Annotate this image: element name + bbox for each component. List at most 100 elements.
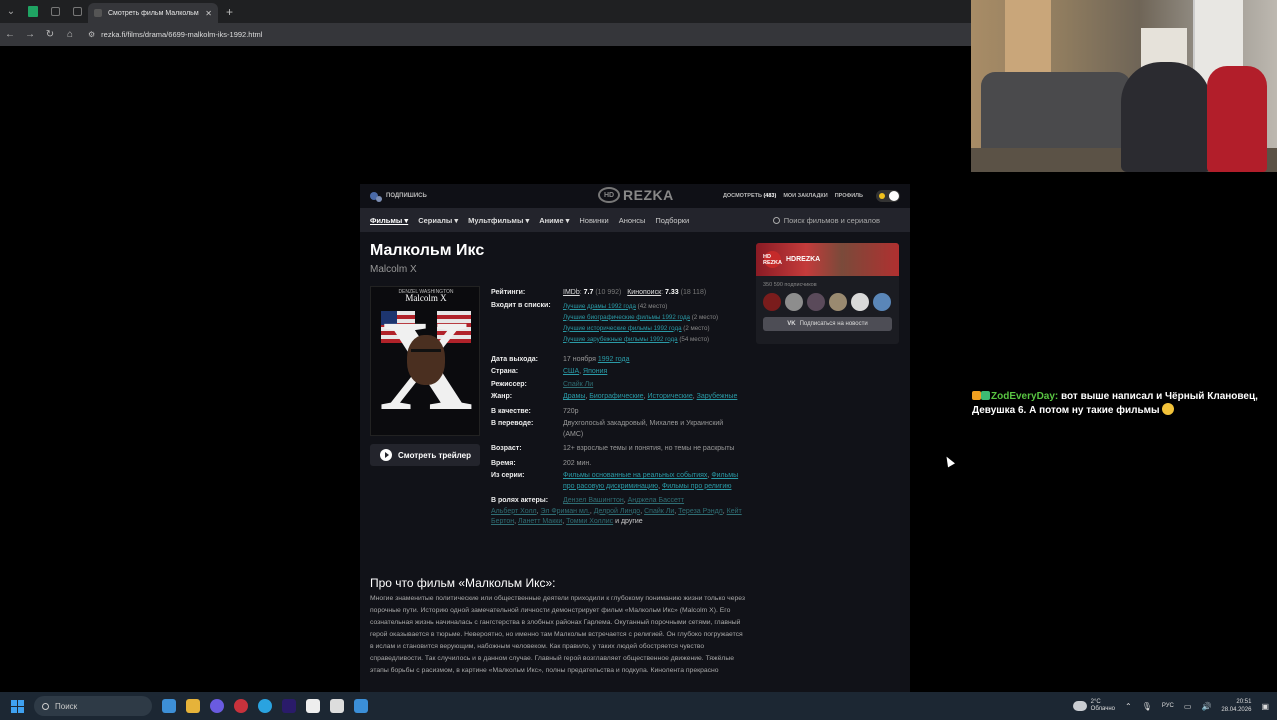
cast-more: и другие: [615, 518, 643, 525]
reload-icon[interactable]: ↻: [40, 29, 60, 40]
vk-subscribe-button[interactable]: VK Подписаться на новости: [763, 317, 892, 331]
profile-link[interactable]: ПРОФИЛЬ: [835, 193, 863, 199]
series-link[interactable]: Фильмы основанные на реальных событиях: [563, 472, 707, 479]
logo-hd: HD: [598, 187, 620, 203]
system-tray: 2°C Облачно ⌃ 🎙 РУС ▭ 🔊 20:51 28.04.2026…: [1072, 698, 1277, 714]
chrome-app-icon[interactable]: [162, 699, 176, 713]
weather-widget[interactable]: 2°C Облачно: [1072, 699, 1115, 713]
tab-list-icon[interactable]: ⌄: [0, 0, 22, 23]
chevron-up-icon[interactable]: ⌃: [1125, 702, 1132, 711]
series-link[interactable]: Фильмы про религию: [662, 483, 732, 490]
site-logo[interactable]: HD REZKA: [598, 187, 674, 203]
info-label: В переводе:: [491, 420, 534, 427]
taskbar-search[interactable]: Поиск: [34, 696, 152, 716]
explorer-app-icon[interactable]: [186, 699, 200, 713]
list-link[interactable]: Лучшие драмы 1992 года: [563, 303, 636, 310]
actor-link[interactable]: Тереза Рэндл: [678, 508, 723, 515]
vk-banner[interactable]: HD REZKA HDREZKA: [756, 243, 899, 276]
actor-link[interactable]: Альберт Холл: [491, 508, 537, 515]
tab-inactive-1[interactable]: [44, 0, 66, 23]
yandex-app-icon[interactable]: [234, 699, 248, 713]
list-link[interactable]: Лучшие исторические фильмы 1992 года: [563, 325, 682, 332]
obs-app-icon[interactable]: [210, 699, 224, 713]
cast-list-continued: Альберт Холл, Эл Фриман мл., Делрой Линд…: [491, 507, 742, 526]
subscribe-link[interactable]: ПОДПИШИСЬ: [370, 190, 427, 202]
kinopoisk-link[interactable]: Кинопоиск: [627, 289, 661, 296]
info-row-age: Возраст: 12+ взрослые темы и понятия, но…: [491, 444, 743, 455]
nav-cartoons[interactable]: Мультфильмы ▾: [468, 216, 529, 225]
release-year-link[interactable]: 1992 года: [598, 356, 630, 363]
app-icon[interactable]: [330, 699, 344, 713]
genre-link[interactable]: Драмы: [563, 393, 585, 400]
nav-announcements[interactable]: Анонсы: [619, 216, 646, 225]
rezka-page: ПОДПИШИСЬ HD REZKA ДОСМОТРЕТЬ (483) МОИ …: [360, 184, 910, 692]
site-info-icon[interactable]: ⚙: [88, 30, 95, 39]
forward-icon[interactable]: →: [20, 29, 40, 40]
app-icon[interactable]: [354, 699, 368, 713]
bookmarks-link[interactable]: МОИ ЗАКЛАДКИ: [783, 193, 827, 199]
tab-inactive-2[interactable]: [66, 0, 88, 23]
premiere-app-icon[interactable]: [282, 699, 296, 713]
nav-collections[interactable]: Подборки: [655, 216, 689, 225]
country-link[interactable]: Япония: [583, 368, 607, 375]
notifications-icon[interactable]: ▣: [1261, 702, 1269, 711]
microphone-icon[interactable]: 🎙: [1142, 702, 1152, 711]
taskbar-search-label: Поиск: [55, 701, 78, 711]
home-icon[interactable]: ⌂: [60, 29, 80, 40]
url-text: rezka.fi/films/drama/6699-malkolm-iks-19…: [101, 30, 263, 39]
member-avatar[interactable]: [807, 293, 825, 311]
monitor-icon[interactable]: ▭: [1184, 702, 1192, 711]
volume-icon[interactable]: 🔊: [1201, 702, 1211, 711]
browser-tabbar: ⌄ Смотреть фильм Малкольм Икс ✕ +: [0, 0, 972, 23]
member-avatar[interactable]: [829, 293, 847, 311]
member-avatar[interactable]: [763, 293, 781, 311]
list-link[interactable]: Лучшие зарубежные фильмы 1992 года: [563, 336, 678, 343]
vk-group-name[interactable]: HDREZKA: [786, 256, 820, 263]
actor-link[interactable]: Эл Фриман мл.: [541, 508, 590, 515]
url-field[interactable]: ⚙ rezka.fi/films/drama/6699-malkolm-iks-…: [88, 30, 262, 39]
watch-later-link[interactable]: ДОСМОТРЕТЬ (483): [723, 193, 776, 199]
telegram-app-icon[interactable]: [258, 699, 272, 713]
movie-info-table: Рейтинги: IMDb: 7.7 (10 992) Кинопоиск: …: [491, 288, 743, 528]
nav-series[interactable]: Сериалы ▾: [418, 216, 458, 225]
tab-active[interactable]: Смотреть фильм Малкольм Икс ✕: [88, 3, 218, 23]
clock-date: 28.04.2026: [1221, 707, 1252, 713]
duration-value: 202 мин.: [563, 459, 592, 467]
member-avatar[interactable]: [851, 293, 869, 311]
list-item: Лучшие исторические фильмы 1992 года (2 …: [563, 323, 743, 334]
genre-link[interactable]: Зарубежные: [697, 393, 738, 400]
clock[interactable]: 20:51 28.04.2026: [1221, 698, 1251, 714]
language-indicator[interactable]: РУС: [1162, 703, 1174, 709]
nav-anime[interactable]: Аниме ▾: [539, 216, 569, 225]
back-icon[interactable]: ←: [0, 29, 20, 40]
watch-trailer-button[interactable]: Смотреть трейлер: [370, 444, 480, 466]
member-avatar[interactable]: [785, 293, 803, 311]
sheets-tab[interactable]: [22, 0, 44, 23]
actor-link[interactable]: Дензел Вашингтон: [563, 497, 624, 504]
webcam-overlay: [971, 0, 1277, 172]
list-link[interactable]: Лучшие биографические фильмы 1992 года: [563, 314, 690, 321]
actor-link[interactable]: Спайк Ли: [644, 508, 674, 515]
country-link[interactable]: США: [563, 368, 579, 375]
site-search[interactable]: Поиск фильмов и сериалов: [772, 216, 880, 225]
actor-link[interactable]: Ланетт Макки: [518, 518, 562, 525]
genre-link[interactable]: Биографические: [589, 393, 643, 400]
movie-poster[interactable]: DENZEL WASHINGTON Malcolm X X: [370, 286, 480, 436]
theme-toggle[interactable]: [876, 190, 900, 202]
actor-link[interactable]: Анджела Бассетт: [628, 497, 684, 504]
nav-films[interactable]: Фильмы ▾: [370, 216, 408, 225]
close-tab-icon[interactable]: ✕: [205, 9, 212, 18]
app-icon[interactable]: [306, 699, 320, 713]
member-avatar[interactable]: [873, 293, 891, 311]
actor-link[interactable]: Томми Холлис: [566, 518, 613, 525]
nav-new[interactable]: Новинки: [579, 216, 608, 225]
tab-title: Смотреть фильм Малкольм Икс: [108, 9, 199, 17]
imdb-link[interactable]: IMDb: [563, 289, 580, 296]
actor-link[interactable]: Делрой Линдо: [594, 508, 640, 515]
vk-member-avatars: [756, 288, 899, 311]
genre-link[interactable]: Исторические: [647, 393, 692, 400]
director-link[interactable]: Спайк Ли: [563, 381, 593, 388]
start-button-icon[interactable]: [11, 699, 24, 713]
info-row-ratings: Рейтинги: IMDb: 7.7 (10 992) Кинопоиск: …: [491, 288, 743, 299]
new-tab-icon[interactable]: +: [226, 5, 233, 19]
